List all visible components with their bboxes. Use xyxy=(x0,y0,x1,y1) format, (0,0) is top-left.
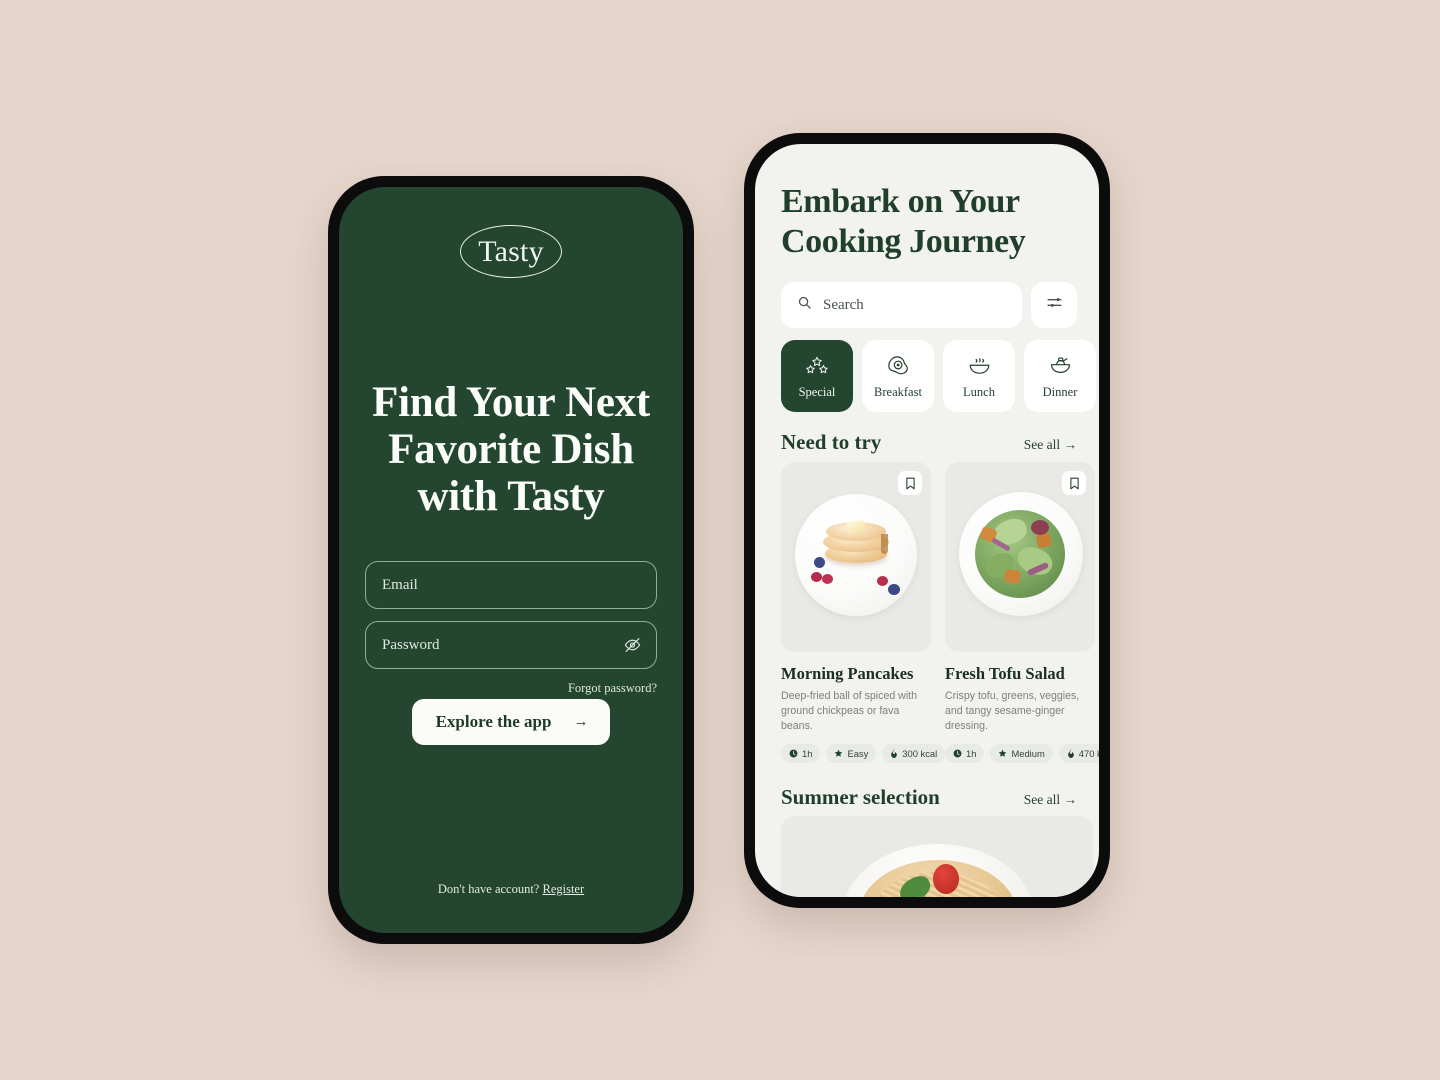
filter-button[interactable] xyxy=(1031,282,1077,328)
recipe-card[interactable]: Morning Pancakes Deep-fried ball of spic… xyxy=(781,462,946,763)
recipe-description: Deep-fried ball of spiced with ground ch… xyxy=(781,690,918,732)
bookmark-icon[interactable] xyxy=(898,471,922,495)
category-label: Breakfast xyxy=(874,384,922,399)
register-prompt: Don't have account? xyxy=(437,882,540,896)
star-icon xyxy=(834,749,843,758)
sliders-icon xyxy=(1046,294,1063,316)
recipe-tag-time: 1h xyxy=(781,744,821,763)
category-label: Lunch xyxy=(963,384,995,399)
recipe-tags: 1h Easy 300 kcal xyxy=(781,744,946,763)
search-input[interactable]: Search xyxy=(781,282,1022,328)
password-field[interactable]: Password xyxy=(365,621,657,669)
tag-label: 1h xyxy=(802,748,813,759)
tag-label: 300 kcal xyxy=(902,748,938,759)
search-icon xyxy=(797,295,812,315)
category-chip-dinner[interactable]: Dinner xyxy=(1024,340,1096,412)
clock-icon xyxy=(953,749,962,758)
register-link[interactable]: Register xyxy=(542,882,584,896)
category-label: Special xyxy=(798,384,836,399)
home-screen: Embark on Your Cooking Journey Search Sp… xyxy=(755,144,1099,897)
search-row: Search xyxy=(781,282,1077,328)
forgot-password-link[interactable]: Forgot password? xyxy=(365,681,657,696)
recipe-tags: 1h Medium 470 xyxy=(945,744,1099,763)
recipe-tag-difficulty: Medium xyxy=(990,744,1053,763)
recipe-tag-calories: 300 kcal xyxy=(882,744,946,763)
password-placeholder: Password xyxy=(382,636,440,653)
brand-logo: Tasty xyxy=(339,225,683,278)
auth-screen: Tasty Find Your Next Favorite Dish with … xyxy=(339,187,683,933)
tag-label: Easy xyxy=(847,748,869,759)
register-footer: Don't have account? Register xyxy=(339,882,683,897)
tofu-salad-photo xyxy=(945,462,1095,652)
clock-icon xyxy=(789,749,798,758)
arrow-right-icon: → xyxy=(1063,437,1078,452)
dinner-pot-icon xyxy=(1048,353,1073,379)
category-chip-breakfast[interactable]: Breakfast xyxy=(862,340,934,412)
pancakes-photo xyxy=(781,462,931,652)
stars-icon xyxy=(804,353,830,379)
category-chip-special[interactable]: Special xyxy=(781,340,853,412)
phone-mockup-home: Embark on Your Cooking Journey Search Sp… xyxy=(744,133,1110,908)
recipe-card-list: Morning Pancakes Deep-fried ball of spic… xyxy=(781,462,1099,763)
screenshot-canvas: Tasty Find Your Next Favorite Dish with … xyxy=(0,0,1440,1080)
email-field[interactable]: Email xyxy=(365,561,657,609)
section-header-summer-selection: Summer selection See all → xyxy=(781,785,1077,810)
category-chips: Special Breakfast Lunch Dinner xyxy=(781,340,1099,412)
bookmark-icon[interactable] xyxy=(1062,471,1086,495)
arrow-right-icon: → xyxy=(573,713,589,730)
search-placeholder: Search xyxy=(823,296,864,313)
star-icon xyxy=(998,749,1007,758)
home-page-title: Embark on Your Cooking Journey xyxy=(781,183,1026,260)
tag-label: Medium xyxy=(1011,748,1045,759)
section-title: Summer selection xyxy=(781,785,940,809)
explore-app-label: Explore the app xyxy=(435,712,552,731)
logo-text: Tasty xyxy=(478,234,544,268)
recipe-card[interactable]: Fresh Tofu Salad Crispy tofu, greens, ve… xyxy=(945,462,1099,763)
flame-icon xyxy=(1067,749,1075,758)
login-form: Email Password Forgot password? xyxy=(365,561,657,696)
recipe-name: Morning Pancakes xyxy=(781,664,914,683)
arrow-right-icon: → xyxy=(1063,792,1078,807)
pasta-photo[interactable] xyxy=(781,816,1093,897)
section-header-need-to-try: Need to try See all → xyxy=(781,430,1077,455)
flame-icon xyxy=(890,749,898,758)
page-title: Find Your Next Favorite Dish with Tasty xyxy=(372,379,650,520)
eye-off-icon[interactable] xyxy=(623,636,642,655)
see-all-label: See all xyxy=(1023,437,1061,452)
category-label: Dinner xyxy=(1042,384,1078,399)
category-chip-lunch[interactable]: Lunch xyxy=(943,340,1015,412)
see-all-link-summer[interactable]: See all → xyxy=(1024,792,1077,808)
recipe-tag-time: 1h xyxy=(945,744,985,763)
see-all-label: See all xyxy=(1023,792,1061,807)
tag-label: 1h xyxy=(966,748,977,759)
explore-app-button[interactable]: Explore the app → xyxy=(411,699,611,745)
fried-egg-icon xyxy=(886,353,911,379)
soup-bowl-icon xyxy=(967,353,992,379)
recipe-tag-difficulty: Easy xyxy=(826,744,877,763)
section-title: Need to try xyxy=(781,430,882,454)
recipe-description: Crispy tofu, greens, veggies, and tangy … xyxy=(945,690,1080,732)
recipe-name: Fresh Tofu Salad xyxy=(945,664,1065,683)
see-all-link-need[interactable]: See all → xyxy=(1024,437,1077,453)
recipe-tag-calories: 470 kcal xyxy=(1058,744,1099,763)
tag-label: 470 kcal xyxy=(1078,748,1099,759)
explore-app-button-wrap: Explore the app → xyxy=(339,699,683,745)
email-placeholder: Email xyxy=(382,576,418,593)
phone-mockup-auth: Tasty Find Your Next Favorite Dish with … xyxy=(328,176,694,944)
